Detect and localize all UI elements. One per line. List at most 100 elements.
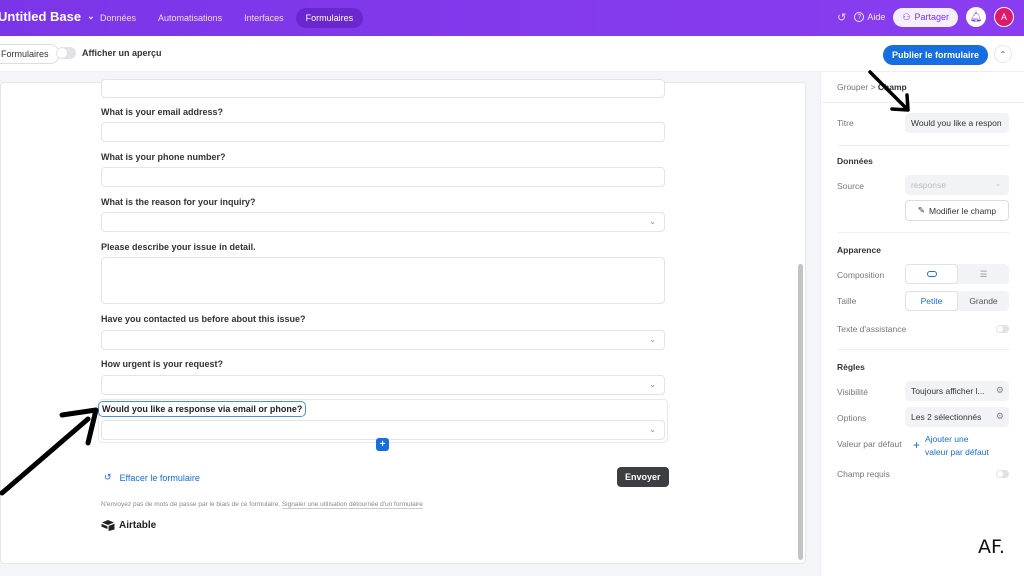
- clear-form-label: Effacer le formulaire: [119, 472, 200, 483]
- avatar[interactable]: A: [994, 7, 1014, 27]
- clear-form-button[interactable]: ↺ Effacer le formulaire: [104, 472, 200, 483]
- question-icon: ?: [854, 12, 865, 22]
- edit-field-label: Modifier le champ: [929, 205, 997, 216]
- airtable-brand[interactable]: Airtable: [101, 520, 156, 531]
- field-label-urgency: How urgent is your request?: [101, 359, 224, 369]
- title-label: Titre: [837, 118, 854, 128]
- disclaimer-text: N'envoyez pas de mots de passe par le bi…: [101, 501, 281, 508]
- field-label-reason: What is the reason for your inquiry?: [101, 197, 256, 207]
- chevron-down-icon: ⌄: [995, 181, 1001, 188]
- disclaimer: N'envoyez pas de mots de passe par le bi…: [101, 501, 423, 509]
- base-title: Untitled Base: [0, 9, 82, 24]
- divider: [837, 145, 1009, 146]
- add-default-line2: valeur par défaut: [925, 447, 989, 457]
- contacted-select[interactable]: ⌄: [101, 330, 665, 350]
- add-default-line1: Ajouter une: [925, 434, 969, 444]
- divider: [837, 232, 1009, 233]
- field-label-email: What is your email address?: [101, 107, 224, 117]
- name-input[interactable]: [101, 79, 665, 98]
- reset-icon: ↺: [104, 472, 112, 482]
- top-right-actions: ↺ ? Aide ⚇ Partager 🔔︎ A: [837, 7, 1014, 27]
- default-value-label: Valeur par défaut: [837, 439, 902, 449]
- preview-label: Afficher un aperçu: [82, 48, 162, 58]
- breadcrumb-separator: >: [870, 82, 876, 92]
- add-field-button[interactable]: +: [376, 438, 389, 451]
- form-toolbar: Formulaires Afficher un aperçu Publier l…: [0, 36, 1024, 72]
- breadcrumb-parent[interactable]: Grouper: [837, 82, 868, 92]
- options-value: Les 2 sélectionnés: [911, 412, 982, 422]
- urgency-select[interactable]: ⌄: [101, 375, 665, 395]
- watermark: AF.: [978, 536, 1005, 558]
- gear-icon[interactable]: ⚙: [996, 411, 1004, 422]
- gear-icon[interactable]: ⚙: [996, 385, 1004, 396]
- chevron-down-icon: ⌄: [649, 425, 656, 434]
- nav-formulaires[interactable]: Formulaires: [295, 8, 364, 28]
- report-abuse-link[interactable]: Signaler une utilisation détournée d'un …: [281, 501, 423, 509]
- field-settings-panel: Grouper > Champ Titre Would you like a r…: [820, 72, 1024, 576]
- source-select[interactable]: response ⌄: [905, 175, 1009, 195]
- edit-field-button[interactable]: ✎ Modifier le champ: [905, 200, 1009, 221]
- chevron-down-icon: ⌄: [649, 380, 656, 389]
- size-label: Taille: [837, 296, 857, 306]
- send-button[interactable]: Envoyer: [617, 467, 669, 487]
- reason-select[interactable]: ⌄: [101, 212, 665, 232]
- composition-list-option[interactable]: ☰: [958, 264, 1009, 284]
- scrollbar[interactable]: [798, 264, 803, 560]
- add-default-value-link[interactable]: Ajouter une valeur par défaut: [925, 433, 989, 459]
- main-nav: Données Automatisations Interfaces Formu…: [90, 8, 365, 28]
- visibility-label: Visibilité: [837, 387, 869, 397]
- share-button[interactable]: ⚇ Partager: [893, 7, 958, 27]
- source-label: Source: [837, 181, 864, 191]
- plus-icon[interactable]: +: [913, 438, 920, 452]
- field-label-response[interactable]: Would you like a response via email or p…: [98, 401, 307, 417]
- help-label: Aide: [867, 12, 886, 22]
- help-button[interactable]: ? Aide: [854, 12, 885, 22]
- visibility-select[interactable]: Toujours afficher l... ⚙: [905, 381, 1009, 401]
- help-text-label: Texte d'assistance: [837, 324, 907, 334]
- divider: [821, 102, 1024, 103]
- size-toggle: Petite Grande: [905, 291, 1009, 311]
- share-label: Partager: [914, 12, 949, 22]
- source-value: response: [911, 180, 946, 190]
- forms-list-button[interactable]: Formulaires: [0, 44, 60, 64]
- required-toggle[interactable]: [996, 470, 1009, 478]
- chevron-up-icon[interactable]: ⌃: [994, 45, 1012, 63]
- airtable-logo-icon: [101, 520, 115, 531]
- breadcrumb-current: Champ: [877, 82, 907, 92]
- history-icon[interactable]: ↺: [837, 11, 846, 24]
- composition-label: Composition: [837, 270, 885, 280]
- field-label-contacted: Have you contacted us before about this …: [101, 314, 306, 324]
- email-input[interactable]: [101, 122, 665, 142]
- options-select[interactable]: Les 2 sélectionnés ⚙: [905, 407, 1009, 427]
- preview-toggle[interactable]: [56, 47, 76, 59]
- field-label-phone: What is your phone number?: [101, 152, 226, 162]
- phone-input[interactable]: [101, 167, 665, 187]
- publish-form-button[interactable]: Publier le formulaire: [883, 45, 989, 65]
- options-label: Options: [837, 413, 867, 423]
- size-large-option[interactable]: Grande: [958, 291, 1009, 311]
- rules-heading: Règles: [837, 362, 865, 372]
- preview-toggle-wrap[interactable]: Afficher un aperçu: [56, 47, 162, 59]
- divider: [837, 349, 1009, 350]
- visibility-value: Toujours afficher l...: [911, 386, 985, 396]
- breadcrumb: Grouper > Champ: [837, 82, 907, 92]
- nav-interfaces[interactable]: Interfaces: [234, 8, 294, 28]
- response-select[interactable]: ⌄: [101, 420, 665, 440]
- chevron-down-icon: ⌄: [649, 335, 656, 344]
- nav-donnees[interactable]: Données: [90, 8, 146, 28]
- pencil-icon: ✎: [917, 205, 926, 215]
- size-small-option[interactable]: Petite: [905, 291, 958, 311]
- base-title-menu[interactable]: Untitled Base ⌄: [0, 9, 95, 24]
- dropdown-style-icon: [926, 271, 937, 277]
- chevron-down-icon: ⌄: [649, 217, 656, 226]
- title-input[interactable]: Would you like a respon: [905, 113, 1009, 133]
- composition-toggle: ☰: [905, 264, 1009, 284]
- bell-icon[interactable]: 🔔︎: [966, 7, 986, 27]
- top-bar: Untitled Base ⌄ Données Automatisations …: [0, 0, 1024, 36]
- field-label-description: Please describe your issue in detail.: [101, 242, 256, 252]
- nav-automatisations[interactable]: Automatisations: [148, 8, 232, 28]
- composition-dropdown-option[interactable]: [905, 264, 958, 284]
- users-icon: ⚇: [902, 11, 911, 22]
- help-text-toggle[interactable]: [996, 325, 1009, 333]
- description-textarea[interactable]: [101, 257, 665, 304]
